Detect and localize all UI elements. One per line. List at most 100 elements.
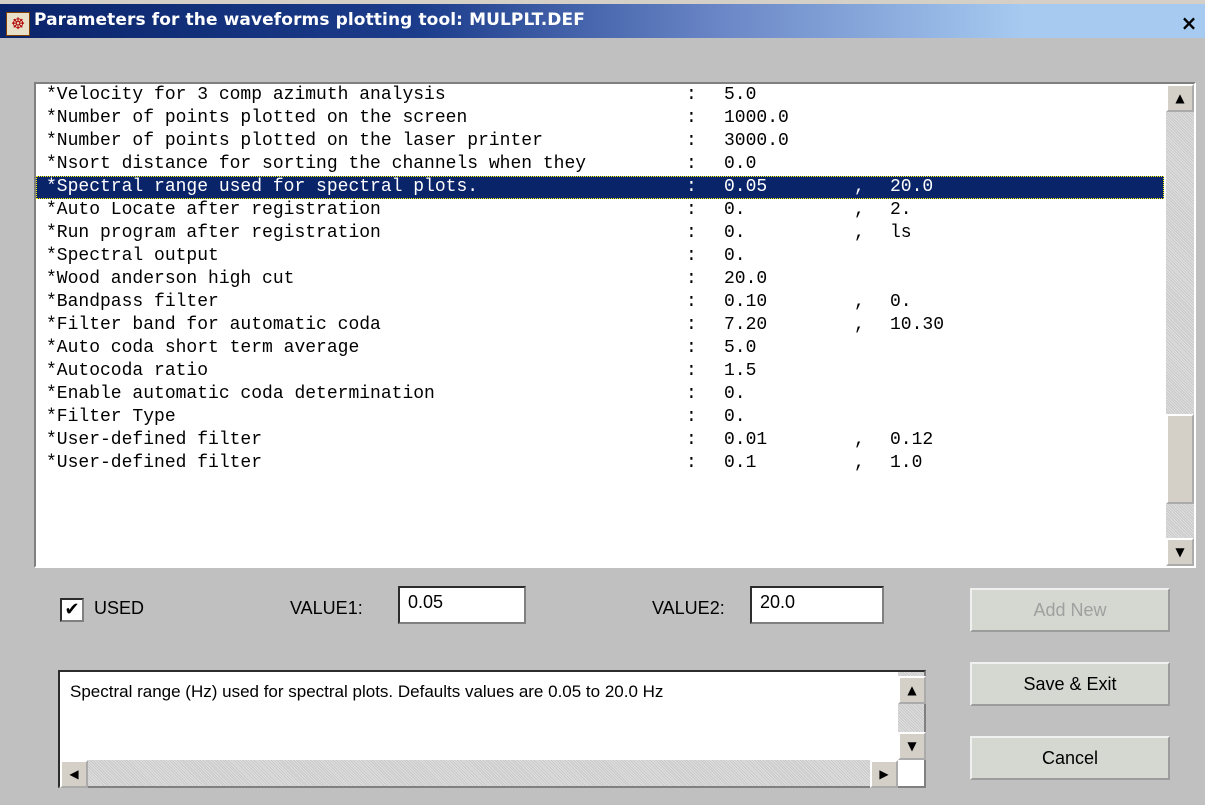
window-title: Parameters for the waveforms plotting to… <box>34 10 585 30</box>
list-item-comma: , <box>854 177 865 197</box>
list-item-colon: : <box>686 85 697 105</box>
list-item-label: *User-defined filter <box>46 453 263 473</box>
used-checkbox[interactable]: ✔ <box>60 598 84 622</box>
list-item-label: *Auto coda short term average <box>46 338 360 358</box>
list-item-colon: : <box>686 292 697 312</box>
list-item[interactable]: *Spectral range used for spectral plots.… <box>36 176 1164 199</box>
list-item[interactable]: *Run program after registration: 0., ls <box>36 222 1164 245</box>
list-item-label: *Nsort distance for sorting the channels… <box>46 154 587 174</box>
list-item-comma: , <box>854 453 865 473</box>
list-item-colon: : <box>686 315 697 335</box>
scroll-down-button[interactable]: ▼ <box>1166 538 1194 566</box>
desc-scroll-up-button[interactable]: ▲ <box>898 676 926 704</box>
list-item[interactable]: *Bandpass filter: 0.10, 0. <box>36 291 1164 314</box>
app-icon: ☸ <box>6 12 30 36</box>
list-item-v2: 10.30 <box>890 315 945 335</box>
list-item-v2: ls <box>890 223 912 243</box>
scroll-thumb[interactable] <box>1166 414 1194 504</box>
list-item[interactable]: *Nsort distance for sorting the channels… <box>36 153 1164 176</box>
save-exit-button[interactable]: Save & Exit <box>970 662 1170 706</box>
used-label: USED <box>94 598 145 618</box>
list-item-label: *Run program after registration <box>46 223 381 243</box>
desc-scroll-right-button[interactable]: ▶ <box>870 760 898 788</box>
list-item[interactable]: *Filter Type: 0. <box>36 406 1164 429</box>
list-item-v2: 1.0 <box>890 453 923 473</box>
list-item[interactable]: *Filter band for automatic coda: 7.20, 10.… <box>36 314 1164 337</box>
list-item-comma: , <box>854 223 865 243</box>
list-item-v2: 0.12 <box>890 430 934 450</box>
list-item-label: *Filter band for automatic coda <box>46 315 381 335</box>
list-item-colon: : <box>686 154 697 174</box>
list-item-label: *Number of points plotted on the laser p… <box>46 131 543 151</box>
list-item-v1: 7.20 <box>724 315 768 335</box>
title-bar: ☸ Parameters for the waveforms plotting … <box>0 0 1205 38</box>
list-item-label: *Filter Type <box>46 407 176 427</box>
list-item-colon: : <box>686 269 697 289</box>
value2-label: VALUE2: <box>652 598 725 618</box>
list-item[interactable]: *Wood anderson high cut: 20.0 <box>36 268 1164 291</box>
list-item-colon: : <box>686 361 697 381</box>
list-vertical-scrollbar[interactable]: ▲ ▼ <box>1166 84 1194 566</box>
list-item[interactable]: *Number of points plotted on the laser p… <box>36 130 1164 153</box>
value2-field[interactable]: 20.0 <box>750 586 884 624</box>
list-item[interactable]: *Spectral output: 0. <box>36 245 1164 268</box>
list-item-v1: 5.0 <box>724 85 757 105</box>
value1-field[interactable]: 0.05 <box>398 586 526 624</box>
description-horizontal-scrollbar[interactable]: ◀ ▶ <box>60 760 898 788</box>
list-item-comma: , <box>854 292 865 312</box>
desc-scroll-down-button[interactable]: ▼ <box>898 732 926 760</box>
list-item-v1: 0.1 <box>724 453 757 473</box>
list-item-colon: : <box>686 384 697 404</box>
list-item[interactable]: *Auto Locate after registration: 0., 2. <box>36 199 1164 222</box>
list-item-colon: : <box>686 200 697 220</box>
list-item[interactable]: *Enable automatic coda determination: 0. <box>36 383 1164 406</box>
list-item-v1: 0. <box>724 384 746 404</box>
list-item-label: *Number of points plotted on the screen <box>46 108 468 128</box>
list-item-colon: : <box>686 246 697 266</box>
list-item-colon: : <box>686 430 697 450</box>
scroll-up-button[interactable]: ▲ <box>1166 84 1194 112</box>
list-item-colon: : <box>686 407 697 427</box>
list-item[interactable]: *User-defined filter: 0.01, 0.12 <box>36 429 1164 452</box>
list-item-comma: , <box>854 430 865 450</box>
list-item-v1: 0.10 <box>724 292 768 312</box>
list-item-colon: : <box>686 108 697 128</box>
list-item-v2: 0. <box>890 292 912 312</box>
list-item-v1: 0.05 <box>724 177 768 197</box>
list-item-colon: : <box>686 338 697 358</box>
list-item-label: *Auto Locate after registration <box>46 200 381 220</box>
add-new-button[interactable]: Add New <box>970 588 1170 632</box>
list-item-colon: : <box>686 131 697 151</box>
list-item[interactable]: *Auto coda short term average: 5.0 <box>36 337 1164 360</box>
list-item-colon: : <box>686 223 697 243</box>
parameters-list[interactable]: *Velocity for 3 comp azimuth analysis: 5.… <box>34 82 1196 568</box>
list-item[interactable]: *User-defined filter: 0.1, 1.0 <box>36 452 1164 475</box>
list-item-v1: 0.01 <box>724 430 768 450</box>
desc-scroll-left-button[interactable]: ◀ <box>60 760 88 788</box>
description-area[interactable]: Spectral range (Hz) used for spectral pl… <box>58 670 926 788</box>
list-item-label: *Spectral output <box>46 246 219 266</box>
list-item-v1: 3000.0 <box>724 131 789 151</box>
list-item-label: *User-defined filter <box>46 430 263 450</box>
list-item-v1: 0. <box>724 200 746 220</box>
list-item-v1: 20.0 <box>724 269 768 289</box>
list-item-label: *Velocity for 3 comp azimuth analysis <box>46 85 446 105</box>
list-item-v1: 1000.0 <box>724 108 789 128</box>
value1-label: VALUE1: <box>290 598 363 618</box>
list-item-comma: , <box>854 315 865 335</box>
list-item-label: *Wood anderson high cut <box>46 269 295 289</box>
list-item-colon: : <box>686 177 697 197</box>
list-item-colon: : <box>686 453 697 473</box>
description-text: Spectral range (Hz) used for spectral pl… <box>70 682 664 701</box>
list-item[interactable]: *Autocoda ratio: 1.5 <box>36 360 1164 383</box>
cancel-button[interactable]: Cancel <box>970 736 1170 780</box>
description-vertical-scrollbar[interactable]: ▲ ▼ <box>898 672 926 760</box>
list-item-v1: 0. <box>724 246 746 266</box>
list-item[interactable]: *Velocity for 3 comp azimuth analysis: 5.… <box>36 84 1164 107</box>
close-button[interactable]: × <box>1177 12 1201 34</box>
list-item-label: *Spectral range used for spectral plots. <box>46 177 479 197</box>
list-item-v1: 0. <box>724 407 746 427</box>
list-item-v2: 2. <box>890 200 912 220</box>
list-item-v1: 5.0 <box>724 338 757 358</box>
list-item[interactable]: *Number of points plotted on the screen:… <box>36 107 1164 130</box>
